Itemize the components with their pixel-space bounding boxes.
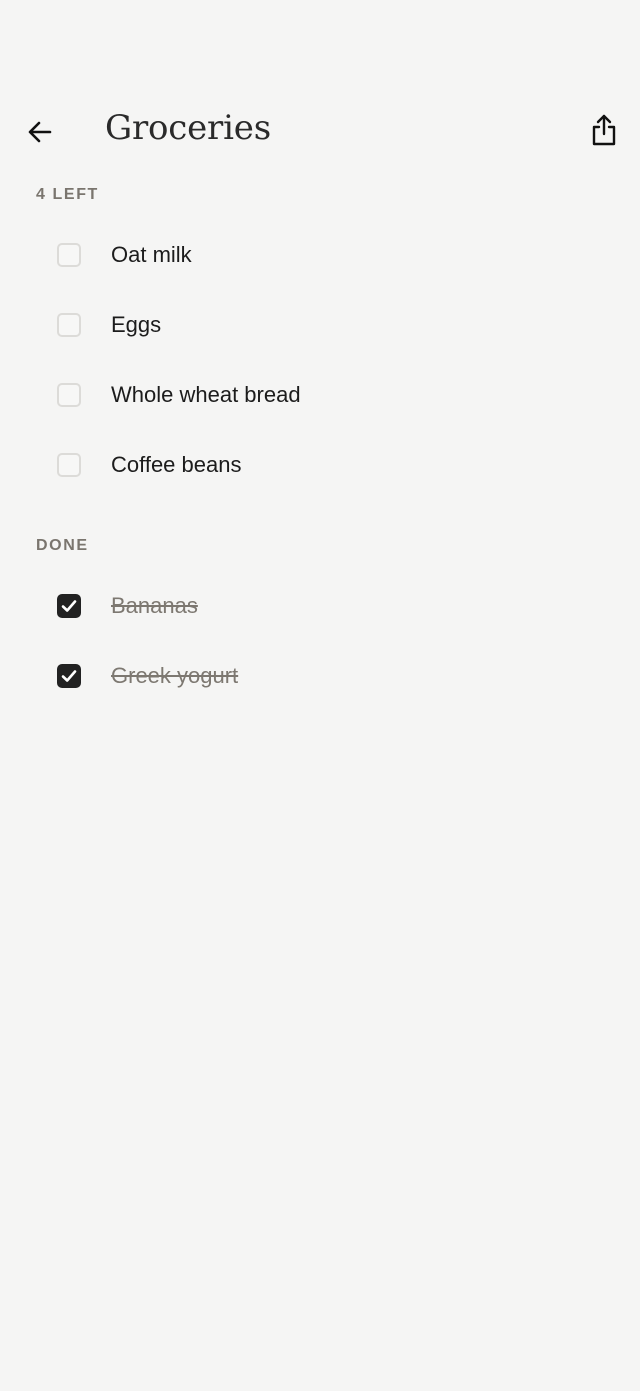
checkbox-unchecked[interactable] (57, 453, 81, 477)
item-label: Whole wheat bread (111, 382, 301, 407)
checkmark-icon (61, 600, 77, 612)
item-label: Oat milk (111, 242, 192, 267)
app-header: Groceries (0, 96, 640, 160)
list-item[interactable]: Coffee beans (40, 437, 600, 493)
checkbox-checked[interactable] (57, 594, 81, 618)
share-button[interactable] (584, 110, 624, 150)
item-label: Greek yogurt (111, 663, 239, 688)
item-label: Bananas (111, 593, 198, 618)
checkmark-icon (61, 670, 77, 682)
list-item[interactable]: Eggs (40, 297, 600, 353)
item-label: Coffee beans (111, 452, 242, 477)
list-item[interactable]: Greek yogurt (40, 648, 600, 704)
arrow-left-icon (28, 121, 52, 143)
list-item[interactable]: Bananas (40, 578, 600, 634)
checkbox-unchecked[interactable] (57, 243, 81, 267)
section-label-done: DONE (36, 537, 89, 554)
page-title: Groceries (105, 108, 271, 148)
list-item[interactable]: Whole wheat bread (40, 367, 600, 423)
checkbox-unchecked[interactable] (57, 383, 81, 407)
list-item[interactable]: Oat milk (40, 227, 600, 283)
checkbox-unchecked[interactable] (57, 313, 81, 337)
share-icon (592, 114, 616, 146)
item-label: Eggs (111, 312, 162, 337)
back-button[interactable] (20, 112, 60, 152)
section-label-remaining: 4 LEFT (36, 186, 99, 203)
checkbox-checked[interactable] (57, 664, 81, 688)
